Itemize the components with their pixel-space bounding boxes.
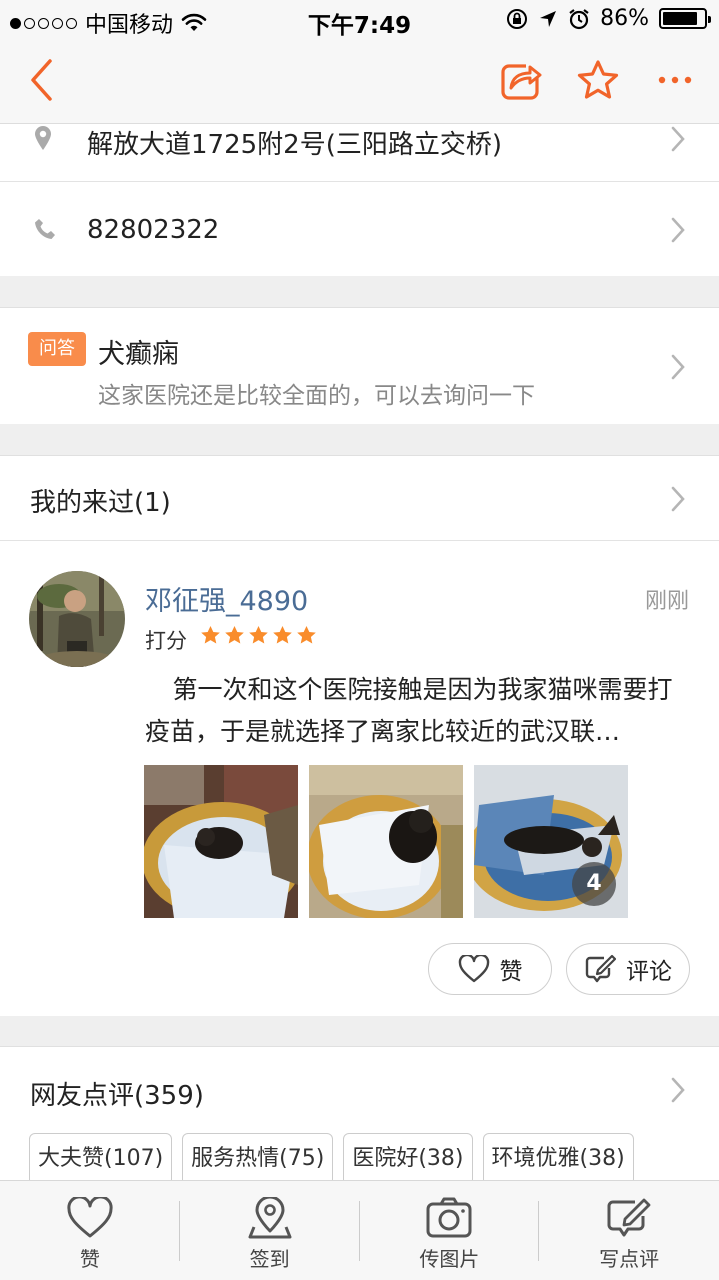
tab-label: 签到	[249, 1247, 290, 1271]
comment-edit-icon	[585, 954, 616, 983]
tab-label: 写点评	[599, 1247, 660, 1271]
comment-button[interactable]: 评论	[566, 943, 690, 995]
detail-content: 解放大道1725附2号(三阳路立交桥) 82802322 问答 犬癫痫 这家医院…	[0, 124, 719, 1180]
like-button[interactable]: 赞	[428, 943, 552, 995]
tab-write-review[interactable]: 写点评	[539, 1181, 719, 1280]
status-bar: 中国移动 下午7:49 86%	[0, 0, 719, 40]
star-icon	[225, 626, 244, 644]
review-card: 邓征强_4890 刚刚 打分 第一次和这个医院接触是因为我家猫咪需要打疫苗，于是…	[0, 541, 719, 1016]
star-icon	[201, 626, 220, 644]
comment-label: 评论	[626, 959, 672, 985]
chevron-right-icon	[671, 217, 685, 243]
rating-stars	[200, 625, 317, 645]
heart-icon	[67, 1197, 113, 1238]
qa-answer: 这家医院还是比较全面的，可以去询问一下	[98, 383, 535, 409]
camera-icon	[426, 1197, 472, 1238]
reviews-section: 网友点评(359) 大夫赞(107) 服务热情(75) 医院好(38) 环境优雅…	[0, 1046, 719, 1180]
tab-like[interactable]: 赞	[0, 1181, 180, 1280]
phone-number: 82802322	[87, 215, 220, 245]
review-text[interactable]: 第一次和这个医院接触是因为我家猫咪需要打疫苗，于是就选择了离家比较近的武汉联…	[145, 669, 690, 753]
phone-row[interactable]: 82802322	[0, 182, 719, 276]
tab-upload-photo[interactable]: 传图片	[360, 1181, 540, 1280]
nav-bar	[0, 40, 719, 124]
tab-label: 传图片	[419, 1247, 480, 1271]
address-text: 解放大道1725附2号(三阳路立交桥)	[87, 130, 502, 160]
battery-percent: 86%	[600, 6, 649, 31]
heart-outline-icon	[458, 955, 489, 983]
qa-title: 犬癫痫	[98, 339, 179, 370]
chevron-right-icon[interactable]	[671, 1077, 685, 1103]
qa-row[interactable]: 问答 犬癫痫 这家医院还是比较全面的，可以去询问一下	[0, 307, 719, 424]
review-tag[interactable]: 大夫赞(107)	[29, 1133, 173, 1180]
visited-row[interactable]: 我的来过(1)	[0, 455, 719, 540]
alarm-icon	[569, 8, 589, 29]
review-photo[interactable]	[144, 765, 298, 918]
location-arrow-icon	[540, 10, 557, 27]
star-outline-icon[interactable]	[577, 60, 619, 100]
review-tag[interactable]: 医院好(38)	[343, 1133, 473, 1180]
star-icon	[297, 626, 316, 644]
like-label: 赞	[499, 959, 523, 985]
qa-badge: 问答	[28, 332, 86, 366]
orientation-lock-icon	[507, 8, 528, 29]
photo-count-badge: 4	[572, 862, 616, 906]
chevron-left-icon[interactable]	[28, 58, 56, 102]
star-icon	[249, 626, 268, 644]
more-dots-icon[interactable]	[658, 76, 692, 84]
review-tag[interactable]: 服务热情(75)	[182, 1133, 334, 1180]
chevron-right-icon	[671, 354, 685, 380]
share-icon[interactable]	[500, 60, 542, 100]
bottom-action-bar: 赞 签到 传图片 写点评	[0, 1180, 719, 1280]
review-photo[interactable]	[309, 765, 463, 918]
review-time: 刚刚	[644, 589, 689, 614]
address-row[interactable]: 解放大道1725附2号(三阳路立交桥)	[0, 124, 719, 181]
score-label: 打分	[145, 629, 187, 653]
status-right: 86%	[506, 6, 711, 31]
review-tags: 大夫赞(107) 服务热情(75) 医院好(38) 环境优雅(38)	[29, 1133, 634, 1180]
chevron-right-icon	[671, 486, 685, 512]
tab-label: 赞	[79, 1247, 100, 1271]
star-icon	[273, 626, 292, 644]
review-username[interactable]: 邓征强_4890	[145, 579, 308, 618]
chevron-right-icon	[671, 126, 685, 152]
visited-label: 我的来过(1)	[30, 488, 171, 518]
location-pin-icon	[35, 126, 51, 150]
write-review-icon	[607, 1198, 651, 1237]
checkin-pin-icon	[248, 1197, 292, 1239]
phone-icon	[35, 219, 55, 239]
review-tag[interactable]: 环境优雅(38)	[482, 1133, 634, 1180]
avatar[interactable]	[29, 571, 125, 667]
reviews-header[interactable]: 网友点评(359)	[30, 1075, 204, 1112]
tab-checkin[interactable]: 签到	[180, 1181, 360, 1280]
battery-icon	[659, 8, 711, 29]
review-photo[interactable]: 4	[474, 765, 628, 918]
